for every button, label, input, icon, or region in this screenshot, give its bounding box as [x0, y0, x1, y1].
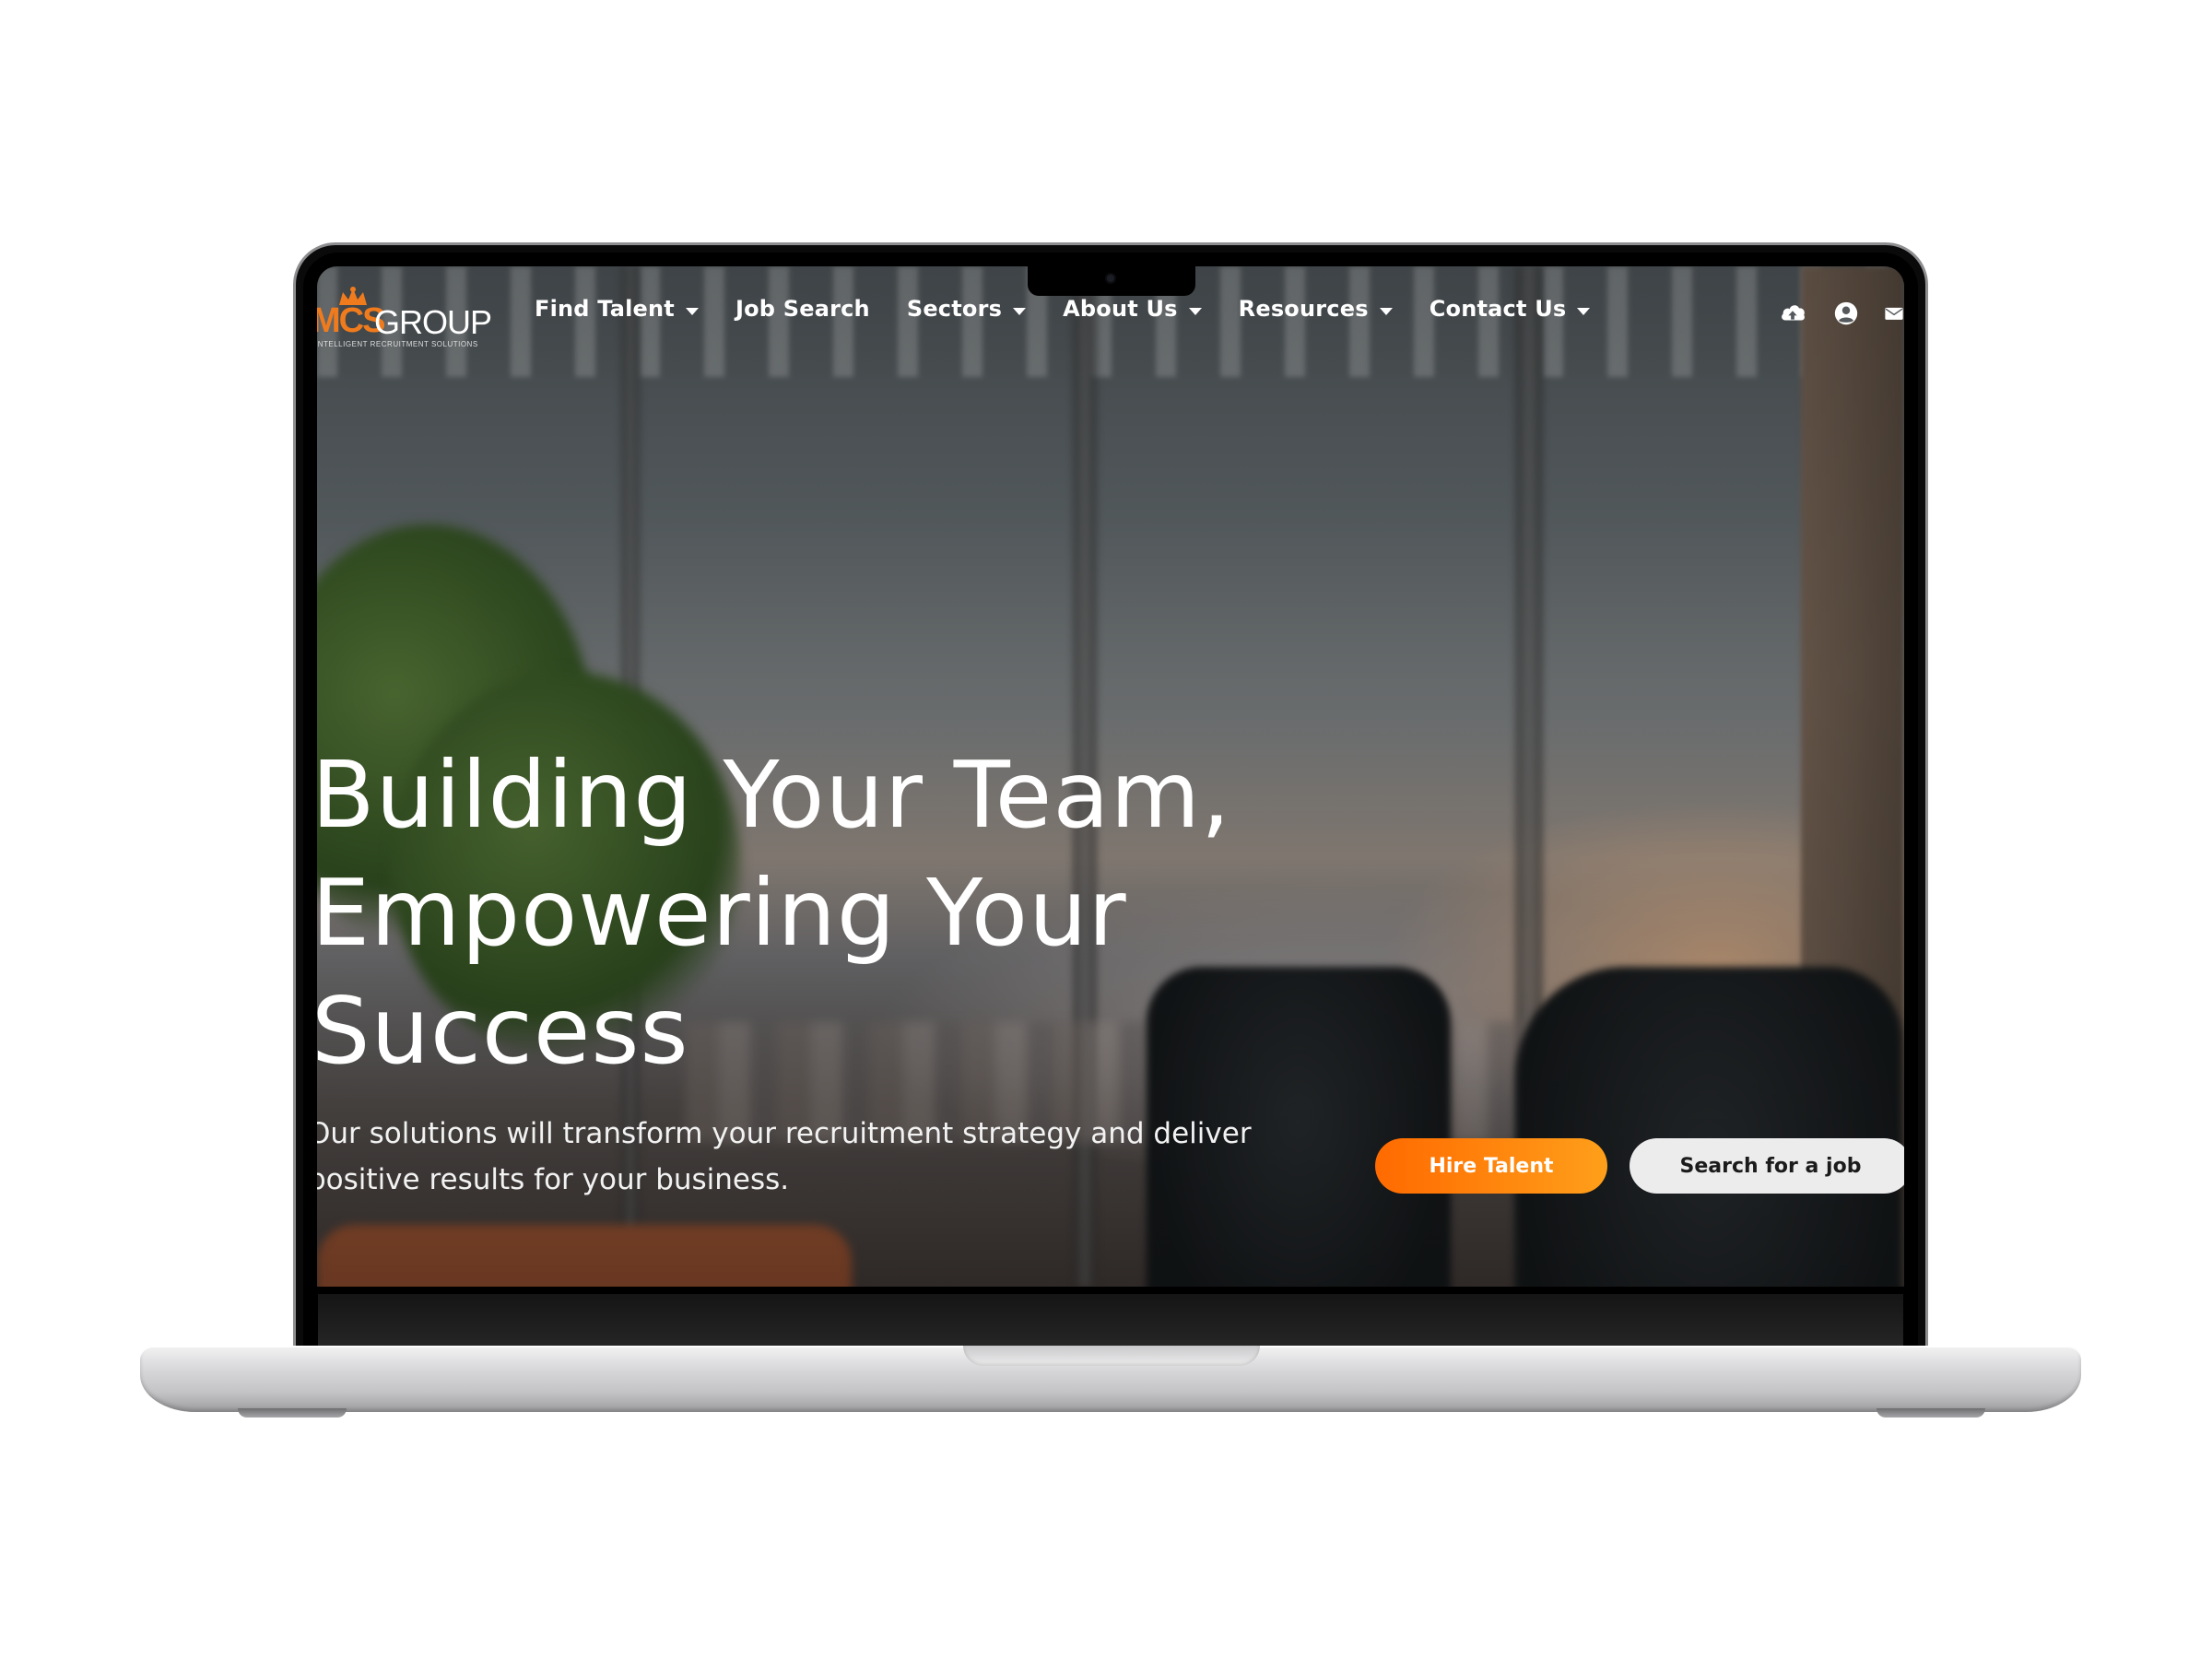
menu-contact-us[interactable]: Contact Us	[1430, 296, 1591, 322]
camera-notch	[1028, 266, 1195, 296]
hero-subtitle: Our solutions will transform your recrui…	[317, 1111, 1285, 1203]
laptop-opening-groove	[963, 1346, 1260, 1366]
hire-talent-button[interactable]: Hire Talent	[1375, 1138, 1607, 1194]
chevron-down-icon	[685, 308, 699, 315]
main-menu: Find Talent Job Search Sectors About Us …	[535, 296, 1627, 322]
menu-label: Job Search	[735, 296, 870, 322]
website-screen: MCS GROUP INTELLIGENT RECRUITMENT SOLUTI…	[317, 266, 1904, 1287]
menu-label: About Us	[1063, 296, 1178, 322]
hero-subtitle-line: Our solutions will transform your recrui…	[317, 1117, 1252, 1150]
chevron-down-icon	[1577, 308, 1591, 315]
menu-label: Sectors	[906, 296, 1003, 322]
chevron-down-icon	[1013, 308, 1027, 315]
logo-tagline: INTELLIGENT RECRUITMENT SOLUTIONS	[317, 340, 478, 348]
header-icons	[1753, 300, 1904, 327]
logo-group-text: GROUP	[374, 303, 492, 341]
hero-subtitle-line: positive results for your business.	[317, 1163, 790, 1196]
chevron-down-icon	[1379, 308, 1393, 315]
menu-job-search[interactable]: Job Search	[735, 296, 870, 322]
laptop-chin	[318, 1294, 1903, 1346]
mail-icon[interactable]	[1884, 300, 1904, 327]
hero-title-line: Success	[317, 977, 689, 1085]
cloud-upload-icon[interactable]	[1779, 300, 1806, 327]
device-mockup: MCS GROUP INTELLIGENT RECRUITMENT SOLUTI…	[0, 0, 2212, 1659]
menu-label: Contact Us	[1429, 296, 1567, 322]
company-logo[interactable]: MCS GROUP INTELLIGENT RECRUITMENT SOLUTI…	[317, 287, 492, 348]
menu-label: Find Talent	[535, 296, 675, 322]
menu-find-talent[interactable]: Find Talent	[535, 296, 699, 322]
menu-sectors[interactable]: Sectors	[906, 296, 1027, 322]
menu-about-us[interactable]: About Us	[1063, 296, 1202, 322]
menu-label: Resources	[1238, 296, 1369, 322]
hero-title-line: Building Your Team,	[317, 741, 1231, 849]
menu-resources[interactable]: Resources	[1239, 296, 1393, 322]
camera-icon	[1107, 275, 1114, 282]
hero-title: Building Your Team, Empowering Your Succ…	[317, 736, 1418, 1090]
hero-title-line: Empowering Your	[317, 859, 1127, 967]
chevron-down-icon	[1188, 308, 1202, 315]
search-job-button[interactable]: Search for a job	[1630, 1138, 1904, 1194]
user-account-icon[interactable]	[1832, 300, 1860, 327]
laptop-foot	[1877, 1408, 1985, 1418]
laptop-foot	[238, 1408, 347, 1418]
